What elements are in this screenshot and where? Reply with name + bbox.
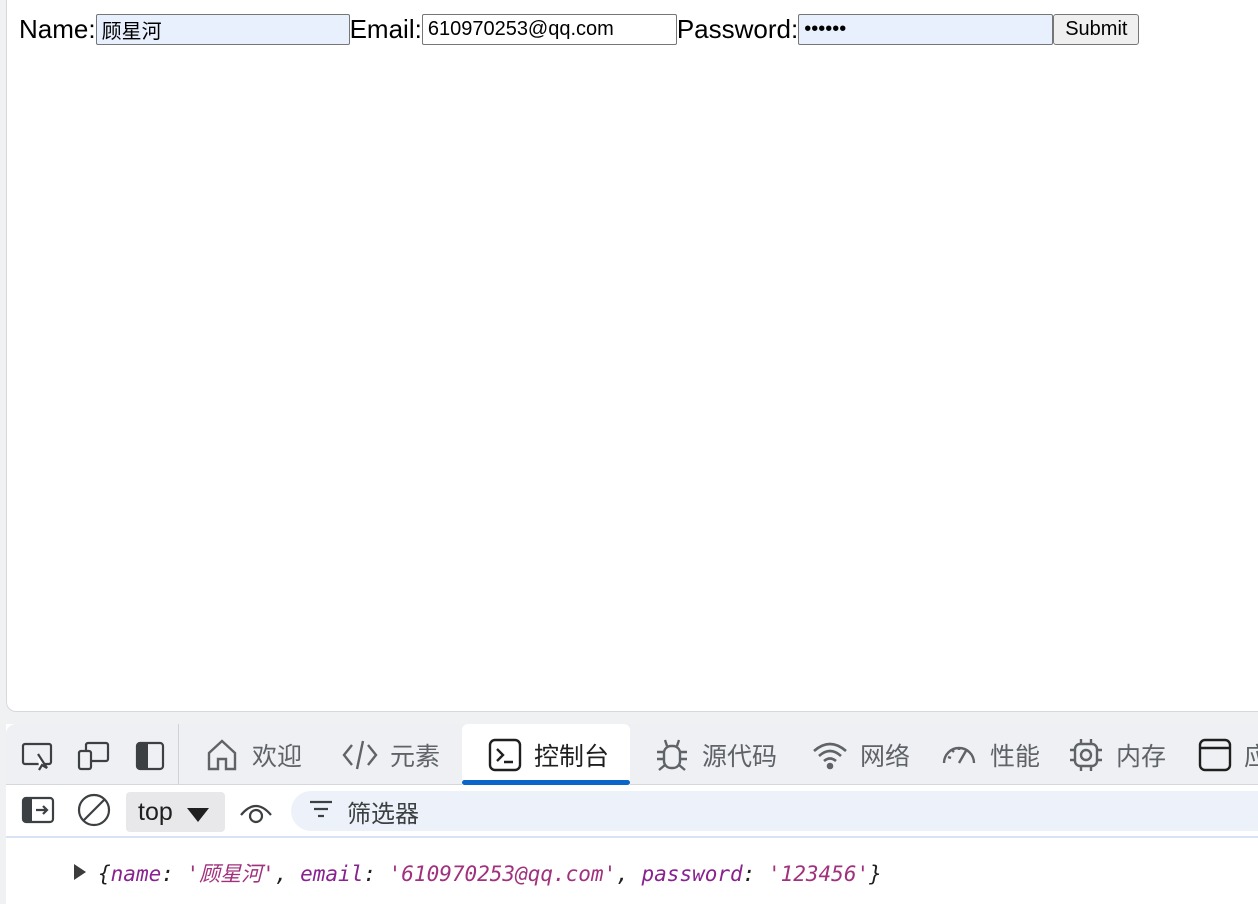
object-value: '顾星河' [186, 862, 275, 886]
console-icon [488, 738, 522, 772]
submit-button[interactable]: Submit [1053, 13, 1140, 45]
device-toolbar-icon[interactable] [76, 738, 112, 774]
close-brace: } [869, 862, 882, 886]
object-key: name [110, 862, 162, 886]
devtools-panel: 欢迎 元素 控制台 源代码 网络 性能 内存 应 top 筛选器 {name: … [6, 724, 1258, 904]
expand-triangle-icon[interactable] [74, 864, 86, 880]
object-value: '610970253@qq.com' [388, 862, 617, 886]
page-viewport: Name: Email: Password: Submit [6, 0, 1258, 712]
filter-placeholder: 筛选器 [347, 800, 419, 828]
tab-network-label: 网络 [860, 742, 911, 771]
tab-performance[interactable]: 性能 [940, 724, 1040, 785]
logged-object[interactable]: {name: '顾星河', email: '610970253@qq.com',… [98, 858, 882, 890]
application-icon [1198, 738, 1232, 772]
home-icon [204, 737, 240, 773]
tab-elements-label: 元素 [390, 742, 441, 771]
live-expression-icon[interactable] [238, 794, 274, 830]
email-label: Email: [349, 14, 422, 44]
clear-console-icon[interactable] [76, 792, 112, 828]
password-label: Password: [676, 14, 799, 44]
object-key: email [300, 862, 364, 886]
bug-icon [654, 737, 690, 773]
filter-input[interactable]: 筛选器 [291, 791, 1258, 831]
gauge-icon [940, 737, 978, 773]
show-sidebar-icon[interactable] [20, 792, 56, 828]
object-value: '123456' [767, 862, 870, 886]
inspect-element-icon[interactable] [20, 738, 56, 774]
tab-elements[interactable]: 元素 [342, 724, 440, 785]
name-input[interactable] [95, 13, 350, 45]
tab-performance-label: 性能 [990, 742, 1041, 771]
tab-sources[interactable]: 源代码 [654, 724, 777, 785]
console-message: {name: '顾星河', email: '610970253@qq.com',… [6, 858, 1258, 890]
dock-side-icon[interactable] [132, 738, 168, 774]
code-icon [342, 737, 378, 773]
context-select-value: top [138, 797, 173, 826]
active-tab-indicator [462, 780, 630, 785]
open-brace: { [98, 862, 111, 886]
console-toolbar: top 筛选器 [6, 786, 1258, 838]
filter-icon [309, 799, 333, 824]
tab-application[interactable]: 应 [1198, 724, 1258, 785]
name-label: Name: [19, 14, 96, 44]
tab-sources-label: 源代码 [702, 742, 778, 771]
tab-welcome[interactable]: 欢迎 [204, 724, 302, 785]
tab-memory-label: 内存 [1116, 742, 1167, 771]
tab-application-label: 应 [1244, 742, 1258, 771]
email-input[interactable] [421, 13, 677, 45]
wifi-icon [812, 737, 848, 773]
tab-console[interactable]: 控制台 [462, 724, 630, 785]
user-form: Name: Email: Password: Submit [19, 12, 1140, 46]
tab-welcome-label: 欢迎 [252, 742, 303, 771]
tab-memory[interactable]: 内存 [1068, 724, 1166, 785]
chip-icon [1068, 737, 1104, 773]
tab-console-label: 控制台 [534, 742, 610, 771]
context-select[interactable]: top [126, 792, 225, 832]
toolbar-divider [178, 724, 179, 785]
devtools-tabbar: 欢迎 元素 控制台 源代码 网络 性能 内存 应 [6, 724, 1258, 785]
tab-network[interactable]: 网络 [812, 724, 910, 785]
password-input[interactable] [798, 13, 1054, 45]
chevron-down-icon [186, 808, 209, 822]
object-key: password [641, 862, 743, 886]
